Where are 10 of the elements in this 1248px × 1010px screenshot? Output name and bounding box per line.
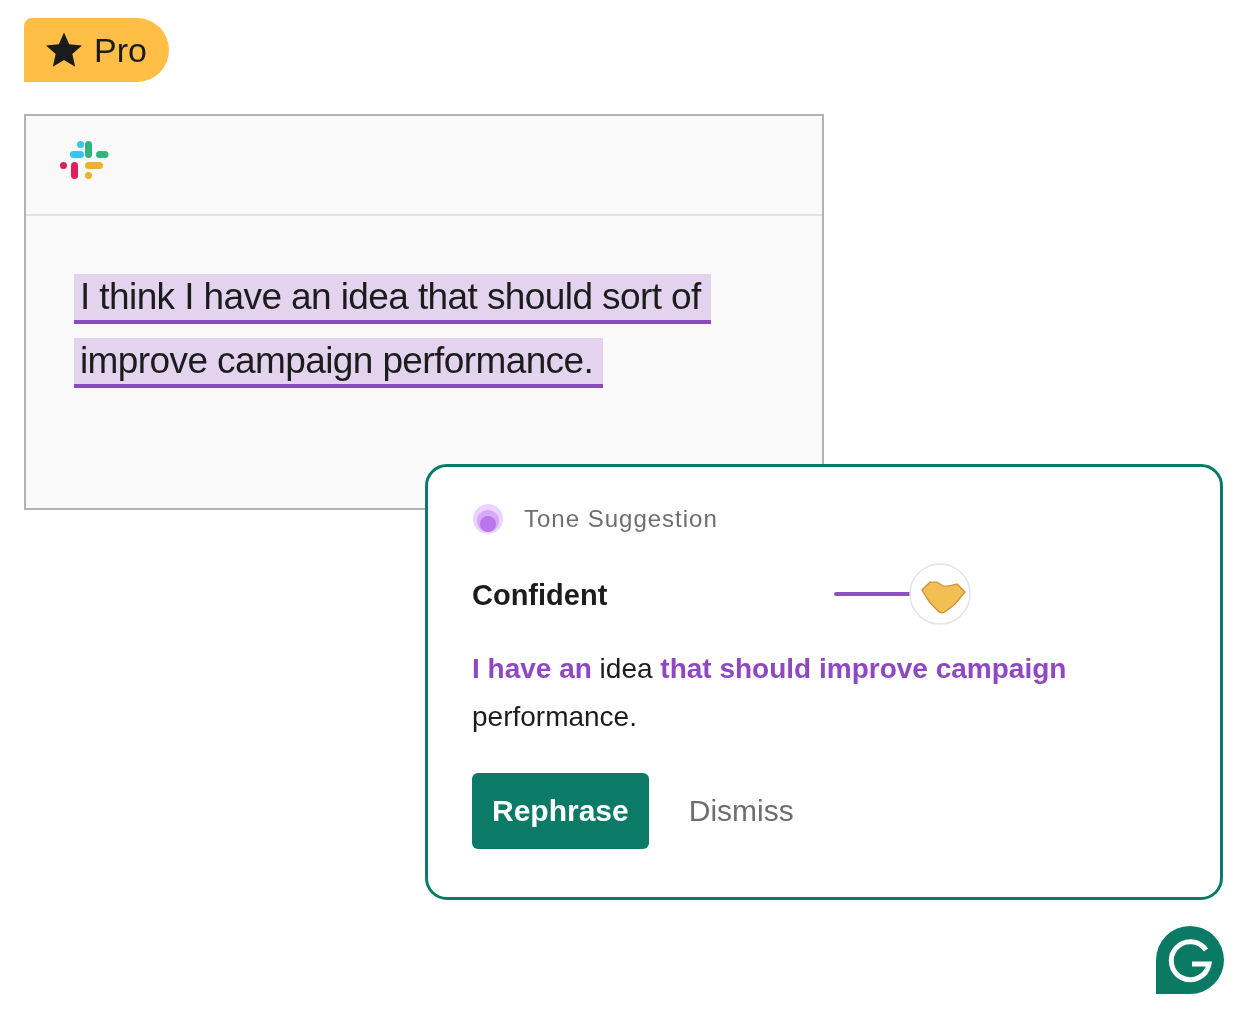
dismiss-button[interactable]: Dismiss [668,773,814,849]
rephrase-button[interactable]: Rephrase [472,773,649,849]
highlighted-text: I think I have an idea that should sort of [74,274,711,324]
suggestion-category: Tone Suggestion [524,505,718,533]
g-logo-icon [1156,926,1224,994]
tone-label: Confident [472,578,609,612]
badge-label: Pro [94,30,147,70]
highlighted-text: improve campaign performance. [74,338,604,388]
suggested-sentence: I have an idea that should improve campaign performance. [472,652,1068,734]
tone-dot-icon [472,503,504,535]
